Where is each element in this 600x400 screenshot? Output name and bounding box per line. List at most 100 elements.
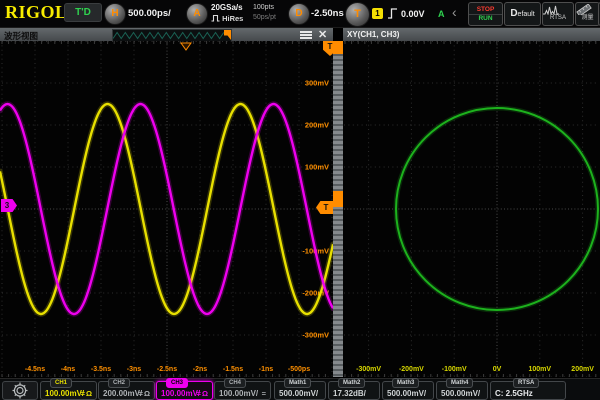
- stop-label: STOP: [469, 6, 502, 14]
- waveform-panel-header[interactable]: 波形视图 ✕: [0, 28, 333, 41]
- menu-icon[interactable]: [300, 31, 312, 40]
- rtsa-center-freq: C: 2.5GHz: [495, 389, 533, 398]
- sample-resolution-value: 50ps/pt: [253, 14, 276, 21]
- trigger-sweep-mode: A: [438, 9, 445, 19]
- math-box-math4[interactable]: Math4 500.00mV/: [436, 381, 488, 400]
- channel-status-bar: CH1 100.00mV/ =Ω CH2 200.00mV/ =Ω CH3 10…: [0, 378, 600, 400]
- math-scale: 17.32dB/: [333, 389, 366, 398]
- xy-axis-label: -200mV: [399, 366, 424, 373]
- xy-axis-label: 200mV: [571, 366, 594, 373]
- trigger-slope-icon[interactable]: [387, 7, 398, 20]
- memory-depth-value: 100pts: [253, 4, 274, 11]
- y-axis-label: 100mV: [305, 163, 329, 172]
- pulse-icon: [211, 14, 220, 22]
- xy-axis-label: 100mV: [529, 366, 552, 373]
- channel-box-ch2[interactable]: CH2 200.00mV/ =Ω: [98, 381, 155, 400]
- trigger-knob[interactable]: T: [345, 2, 370, 27]
- xy-panel-title: XY(CH1, CH3): [347, 30, 399, 39]
- channel-scale: 100.00mV/: [219, 389, 258, 398]
- trigger-position-triangle: [181, 43, 191, 50]
- channel-scale: 100.00mV/: [45, 389, 84, 398]
- x-axis-label: -3.5ns: [91, 366, 111, 373]
- xy-grid-svg: -300mV -200mV -100mV 0V 100mV 200mV: [343, 41, 600, 377]
- ruler-icon: [576, 4, 592, 15]
- math-box-math2[interactable]: Math2 17.32dB/: [328, 381, 380, 400]
- math-scale: 500.00mV/: [279, 389, 318, 398]
- default-label-big: D: [510, 8, 517, 19]
- sample-rate-value: 20GSa/s: [211, 3, 243, 12]
- rtsa-tab: RTSA: [513, 378, 539, 388]
- run-label: RUN: [469, 14, 502, 23]
- rtsa-label: RTSA: [543, 15, 573, 21]
- top-toolbar: RIGOL T'D H 500.00ps/ A 20GSa/s HiRes 10…: [0, 0, 600, 28]
- rtsa-button[interactable]: RTSA: [542, 2, 574, 26]
- measure-label: 测量: [576, 15, 599, 21]
- xy-axis-label: -300mV: [356, 366, 381, 373]
- channel-tab: CH1: [50, 378, 72, 388]
- math-box-math1[interactable]: Math1 500.00mV/: [274, 381, 326, 400]
- delay-value[interactable]: -2.50ns: [311, 8, 344, 19]
- channel-coupling-impedance: =Ω: [139, 389, 151, 398]
- y-axis-label: 200mV: [305, 121, 329, 130]
- measure-button[interactable]: 测量: [575, 2, 600, 26]
- y-axis-label: -300mV: [302, 331, 329, 340]
- default-button[interactable]: Default: [504, 2, 541, 26]
- x-axis-label: -4ns: [61, 366, 76, 373]
- panel-splitter[interactable]: [333, 41, 343, 377]
- math-tab: Math1: [284, 378, 311, 388]
- xy-panel-header[interactable]: XY(CH1, CH3): [343, 28, 600, 41]
- math-scale: 500.00mV/: [387, 389, 426, 398]
- delay-knob[interactable]: D: [288, 3, 310, 25]
- spectrum-icon: [543, 5, 559, 15]
- channel-tab: CH3: [166, 378, 188, 388]
- stop-run-button[interactable]: STOP RUN: [468, 2, 503, 26]
- xy-display[interactable]: -300mV -200mV -100mV 0V 100mV 200mV: [343, 41, 600, 377]
- default-label-rest: efault: [518, 11, 535, 18]
- acquire-mode-label: HiRes: [222, 14, 243, 23]
- channel-box-ch1[interactable]: CH1 100.00mV/ =Ω: [40, 381, 97, 400]
- oscilloscope-screen: RIGOL T'D H 500.00ps/ A 20GSa/s HiRes 10…: [0, 0, 600, 400]
- math-box-math3[interactable]: Math3 500.00mV/: [382, 381, 434, 400]
- rigol-logo: RIGOL: [5, 2, 68, 23]
- acquire-mode: HiRes: [211, 14, 243, 23]
- acquire-knob[interactable]: A: [186, 3, 208, 25]
- trigger-source-badge[interactable]: 1: [372, 8, 383, 19]
- y-axis-label: 300mV: [305, 79, 329, 88]
- channel-coupling-impedance: =Ω: [197, 389, 209, 398]
- channel-coupling-impedance: =: [262, 389, 267, 398]
- x-axis-label: -4.5ns: [25, 366, 45, 373]
- close-icon[interactable]: ✕: [318, 28, 327, 41]
- channel-scale: 100.00mV/: [161, 389, 200, 398]
- xy-axis-label: -100mV: [442, 366, 467, 373]
- channel-box-ch4[interactable]: CH4 100.00mV/ =: [214, 381, 271, 400]
- x-axis-label: -2.5ns: [157, 366, 177, 373]
- trigger-level-value[interactable]: 0.00V: [401, 9, 425, 19]
- trigger-status-badge[interactable]: T'D: [64, 3, 102, 22]
- channel-tab: CH4: [224, 378, 246, 388]
- channel-coupling-impedance: =Ω: [81, 389, 93, 398]
- xy-axis-label: 0V: [493, 366, 502, 373]
- horizontal-knob[interactable]: H: [104, 3, 126, 25]
- preview-zigzag: [113, 31, 229, 40]
- ch3-trace: [0, 104, 333, 314]
- math-scale: 500.00mV/: [441, 389, 480, 398]
- math-tab: Math3: [392, 378, 419, 388]
- ch1-trace: [0, 104, 333, 314]
- x-axis-label: -2ns: [193, 366, 208, 373]
- math-tab: Math2: [338, 378, 365, 388]
- waveform-display[interactable]: 300mV200mV100mV-100mV-200mV-300mV-4.5ns-…: [0, 41, 333, 377]
- channel-box-ch3[interactable]: CH3 100.00mV/ =Ω: [156, 381, 213, 400]
- math-tab: Math4: [446, 378, 473, 388]
- channel-tab: CH2: [108, 378, 130, 388]
- settings-gear-button[interactable]: [2, 381, 38, 400]
- waveform-grid-svg: 300mV200mV100mV-100mV-200mV-300mV-4.5ns-…: [0, 41, 333, 377]
- x-axis-label: -1ns: [259, 366, 274, 373]
- splitter-accent-mid: [333, 191, 343, 207]
- channel-scale: 200.00mV/: [103, 389, 142, 398]
- rtsa-status-box[interactable]: RTSA C: 2.5GHz: [490, 381, 566, 400]
- gear-icon: [3, 382, 37, 399]
- x-axis-label: -3ns: [127, 366, 142, 373]
- collapse-chevron-icon[interactable]: ‹: [452, 4, 457, 20]
- horizontal-scale-value[interactable]: 500.00ps/: [128, 8, 171, 19]
- x-axis-label: -1.5ns: [223, 366, 243, 373]
